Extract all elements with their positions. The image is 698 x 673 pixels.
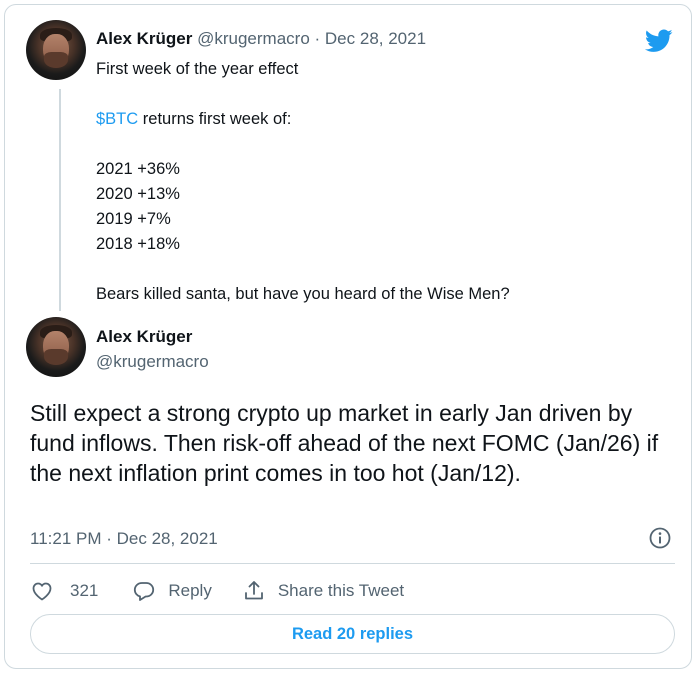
btc-cashtag-link[interactable]: $BTC bbox=[96, 110, 138, 128]
quoted-line-btc: $BTC returns first week of: bbox=[96, 107, 510, 132]
reply-icon bbox=[134, 582, 155, 601]
tweet-timestamp[interactable]: 11:21 PM · Dec 28, 2021 bbox=[30, 529, 218, 549]
main-author-avatar[interactable] bbox=[26, 317, 86, 377]
quoted-line-2019: 2019 +7% bbox=[96, 210, 171, 228]
reply-label: Reply bbox=[168, 581, 212, 600]
main-author-handle[interactable]: @krugermacro bbox=[96, 352, 209, 372]
twitter-bird-icon[interactable] bbox=[645, 29, 673, 53]
quoted-line-2018: 2018 +18% bbox=[96, 235, 180, 253]
quoted-line-2021: 2021 +36% bbox=[96, 160, 180, 178]
quoted-line-title: First week of the year effect bbox=[96, 60, 299, 78]
info-icon[interactable] bbox=[648, 526, 672, 550]
read-replies-button[interactable]: Read 20 replies bbox=[30, 614, 675, 654]
quoted-line-btc-rest: returns first week of: bbox=[138, 110, 292, 128]
main-author-name[interactable]: Alex Krüger bbox=[96, 327, 192, 347]
quoted-line-closing: Bears killed santa, but have you heard o… bbox=[96, 285, 510, 303]
share-icon bbox=[244, 581, 263, 600]
main-tweet-text: Still expect a strong crypto up market i… bbox=[30, 400, 659, 486]
thread-connector-line bbox=[59, 89, 61, 311]
like-count: 321 bbox=[70, 581, 99, 600]
tweet-actions-bar: 321 Reply Share this Tweet bbox=[30, 577, 404, 605]
quoted-author-name[interactable]: Alex Krüger bbox=[96, 29, 192, 48]
reply-button[interactable]: Reply bbox=[132, 579, 212, 603]
quoted-author-handle[interactable]: @krugermacro bbox=[197, 29, 310, 48]
quoted-tweet-header: Alex Krüger @krugermacro · Dec 28, 2021 bbox=[96, 29, 426, 49]
quoted-line-2020: 2020 +13% bbox=[96, 185, 180, 203]
tweet-embed-card: Alex Krüger @krugermacro · Dec 28, 2021 … bbox=[4, 4, 692, 669]
share-label: Share this Tweet bbox=[277, 581, 405, 600]
action-divider bbox=[30, 563, 675, 564]
quoted-tweet-body: First week of the year effect $BTC retur… bbox=[96, 57, 510, 307]
share-button[interactable]: Share this Tweet bbox=[242, 579, 404, 603]
like-button[interactable]: 321 bbox=[30, 579, 98, 603]
heart-icon bbox=[32, 582, 52, 601]
quoted-author-avatar[interactable] bbox=[26, 20, 86, 80]
quoted-tweet-date[interactable]: · Dec 28, 2021 bbox=[310, 29, 427, 48]
